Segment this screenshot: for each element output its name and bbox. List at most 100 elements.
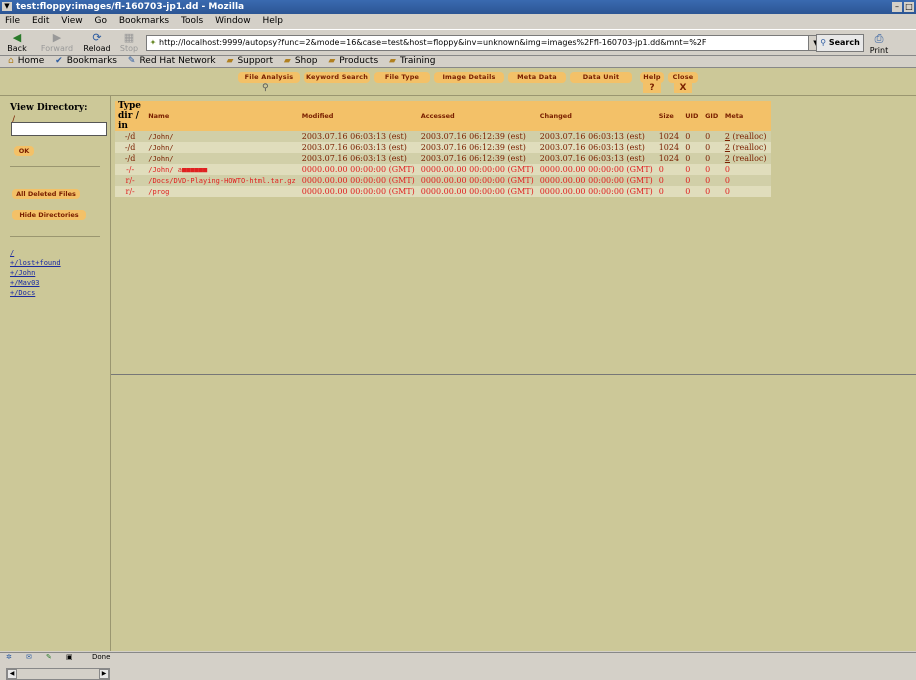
window-title: test:floppy:images/fl-160703-jp1.dd - Mo… [16,2,245,12]
close-icon[interactable]: X [674,83,692,93]
reload-button[interactable]: ⟳ Reload [80,32,114,54]
magnifier-icon: ⚲ [262,83,269,93]
table-row: r/- /prog 0000.00.00 00:00:00 (GMT) 0000… [115,186,771,197]
support-link[interactable]: ▰ Support [223,55,274,67]
name-cell: /Docs/DVD-Playing-HOWTO-html.tar.gz [145,175,299,186]
tree-mav03-link[interactable]: +/Mav03 [10,279,40,287]
table-row: -/d /John/ 2003.07.16 06:03:13 (est) 200… [115,153,771,164]
tab-keyword-search[interactable]: Keyword Search [304,72,370,83]
type-cell: r/- [115,175,146,186]
name-cell: /John/ a■■■■■■ [145,164,299,175]
home-link[interactable]: ⌂ Home [4,55,44,67]
search-button[interactable]: ⚲ Search [816,34,864,52]
col-changed[interactable]: Changed [536,101,656,131]
col-size[interactable]: Size [655,101,683,131]
menu-bookmarks[interactable]: Bookmarks [119,15,169,28]
url-field[interactable]: ✦ http://localhost:9999/autopsy?func=2&mo… [146,35,828,51]
bookmarks-link[interactable]: ✔ Bookmarks [51,55,117,67]
tab-meta-data[interactable]: Meta Data [508,72,566,83]
file-name-link[interactable]: /John/ [148,133,173,141]
name-cell: /John/ [145,142,299,153]
type-cell: r/- [115,186,146,197]
meta-link[interactable]: 2 [725,143,730,152]
products-link[interactable]: ▰ Products [324,55,378,67]
uid-cell: 0 [682,131,703,142]
tree-docs-link[interactable]: +/Docs [10,289,35,297]
minimize-icon[interactable]: – [892,2,902,12]
type-cell: -/d [115,142,146,153]
tab-close[interactable]: Close [668,72,698,83]
modified-cell: 0000.00.00 00:00:00 (GMT) [298,175,418,186]
name-cell: /John/ [145,153,299,164]
all-deleted-files-button[interactable]: All Deleted Files [12,189,80,199]
size-cell: 0 [655,164,683,175]
home-icon: ⌂ [8,56,14,66]
table-row: -/d /John/ 2003.07.16 06:03:13 (est) 200… [115,131,771,142]
horizontal-scrollbar[interactable]: ◀ ▶ [6,668,110,680]
modified-cell: 2003.07.16 06:03:13 (est) [298,142,418,153]
accessed-cell: 0000.00.00 00:00:00 (GMT) [417,164,537,175]
gid-cell: 0 [702,142,722,153]
ok-button[interactable]: OK [14,146,34,156]
tab-file-type[interactable]: File Type [374,72,430,83]
folder-icon: ▰ [328,56,336,66]
tab-data-unit[interactable]: Data Unit [570,72,632,83]
col-gid[interactable]: GID [702,101,722,131]
back-button[interactable]: ◀ Back [0,31,34,54]
scroll-right-icon[interactable]: ▶ [99,669,109,679]
forward-button[interactable]: ▶ Forward [40,32,74,54]
window-menu-icon[interactable]: ▼ [2,2,12,11]
file-name-link[interactable]: /John/ a■■■■■■ [148,166,207,174]
name-cell: /John/ [145,131,299,142]
menu-edit[interactable]: Edit [32,15,49,28]
menu-file[interactable]: File [5,15,20,28]
tab-help[interactable]: Help [640,72,664,83]
print-button[interactable]: ⎙ Print [866,32,892,55]
changed-cell: 2003.07.16 06:03:13 (est) [536,142,656,153]
col-name[interactable]: Name [145,101,299,131]
col-meta[interactable]: Meta [721,101,771,131]
menu-window[interactable]: Window [215,15,251,28]
tree-lost-found-link[interactable]: +/lost+found [10,259,61,267]
search-icon: ⚲ [820,38,827,47]
table-row: r/- /Docs/DVD-Playing-HOWTO-html.tar.gz … [115,175,771,186]
view-directory-title: View Directory: [10,103,88,113]
tab-file-analysis[interactable]: File Analysis [238,72,300,83]
help-icon[interactable]: ? [643,83,661,93]
col-uid[interactable]: UID [682,101,703,131]
menu-view[interactable]: View [61,15,82,28]
meta-link[interactable]: 2 [725,154,730,163]
folder-icon: ▰ [389,56,396,66]
redhat-link[interactable]: ✎ Red Hat Network [124,55,216,67]
tree-root-link[interactable]: / [10,249,14,257]
training-link[interactable]: ▰ Training [385,55,435,67]
file-table: Type dir / in Name Modified Accessed Cha… [115,101,771,197]
stop-button[interactable]: ▦ Stop [112,32,146,54]
modified-cell: 0000.00.00 00:00:00 (GMT) [298,164,418,175]
gid-cell: 0 [702,175,722,186]
scroll-left-icon[interactable]: ◀ [7,669,17,679]
menu-go[interactable]: Go [94,15,106,28]
page-icon: ✦ [149,38,157,47]
uid-cell: 0 [682,142,703,153]
meta-note: (realloc) [732,143,767,152]
hide-directories-button[interactable]: Hide Directories [12,210,86,220]
file-name-link[interactable]: /John/ [148,144,173,152]
accessed-cell: 2003.07.16 06:12:39 (est) [417,153,537,164]
file-name-link[interactable]: /prog [148,188,169,196]
meta-link[interactable]: 2 [725,132,730,141]
menu-tools[interactable]: Tools [181,15,203,28]
col-accessed[interactable]: Accessed [417,101,537,131]
directory-input[interactable] [11,122,107,136]
file-name-link[interactable]: /John/ [148,155,173,163]
file-name-link[interactable]: /Docs/DVD-Playing-HOWTO-html.tar.gz [148,177,296,185]
maximize-icon[interactable]: □ [904,2,914,12]
folder-icon: ▰ [226,56,234,66]
shop-link[interactable]: ▰ Shop [280,55,318,67]
menu-help[interactable]: Help [262,15,283,28]
col-modified[interactable]: Modified [298,101,418,131]
meta-cell: 0 [721,164,771,175]
tab-image-details[interactable]: Image Details [434,72,504,83]
back-arrow-icon: ◀ [12,31,22,44]
tree-john-link[interactable]: +/John [10,269,35,277]
